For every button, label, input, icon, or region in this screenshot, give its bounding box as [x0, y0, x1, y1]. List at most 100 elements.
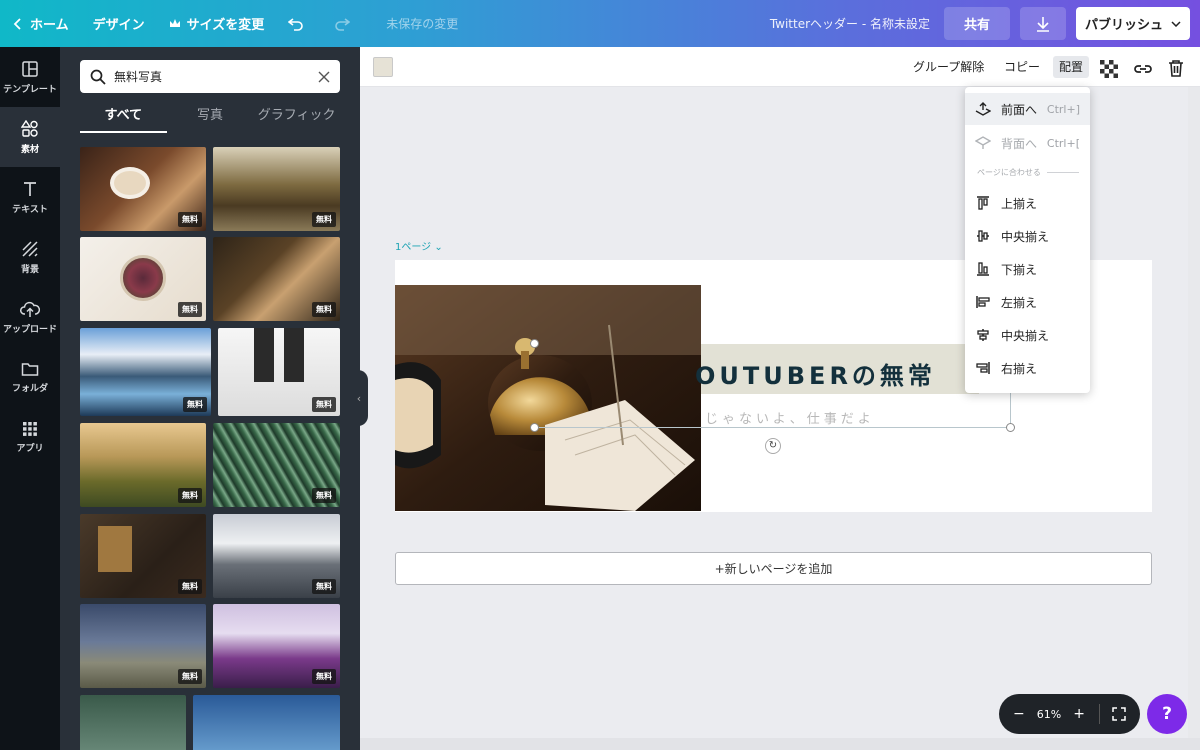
photo-fern[interactable]: 無料 — [213, 423, 340, 507]
resize-handle[interactable] — [530, 339, 539, 348]
photo-mountain-lake[interactable]: 無料 — [80, 328, 211, 416]
shortcut-label: Ctrl+[ — [1046, 136, 1080, 150]
crown-icon — [169, 19, 180, 27]
subheadline-text[interactable]: じゃないよ、仕事だよ — [705, 408, 875, 427]
nav-background[interactable]: 背景 — [0, 227, 60, 287]
bring-forward-icon — [975, 102, 991, 116]
background-icon — [22, 240, 38, 257]
horizontal-scrollbar[interactable] — [360, 738, 1200, 750]
nav-template[interactable]: テンプレート — [0, 47, 60, 107]
align-bottom-icon — [977, 262, 989, 276]
nav-background-label: 背景 — [20, 264, 39, 275]
resize-button[interactable]: サイズを変更 — [157, 0, 277, 47]
page-label[interactable]: 1ページ ⌄ — [395, 238, 443, 253]
shortcut-label: Ctrl+] — [1046, 102, 1080, 116]
menu-align-center[interactable]: 中央揃え — [965, 319, 1090, 351]
menu-align-bottom-label: 下揃え — [1001, 262, 1038, 277]
vertical-scrollbar[interactable] — [1188, 87, 1200, 738]
photo-open-road[interactable]: 無料 — [80, 604, 206, 688]
copy-button[interactable]: コピー — [1004, 56, 1040, 78]
nav-folder-label: フォルダ — [11, 383, 48, 394]
apps-grid-icon — [23, 421, 37, 436]
rotate-handle[interactable]: ↻ — [765, 438, 781, 454]
free-badge: 無料 — [312, 669, 336, 684]
download-icon — [1037, 16, 1049, 32]
undo-icon — [288, 17, 304, 31]
headline-text[interactable]: OUTUBERの無常 — [695, 356, 936, 391]
free-badge: 無料 — [183, 397, 207, 412]
link-icon[interactable] — [1133, 58, 1153, 80]
design-menu[interactable]: デザイン — [81, 0, 157, 47]
nav-template-label: テンプレート — [3, 84, 57, 95]
photo-ocean-wave[interactable] — [193, 695, 340, 750]
document-title[interactable]: Twitterヘッダー - 名称未設定 — [770, 15, 930, 32]
menu-align-right[interactable]: 右揃え — [965, 352, 1090, 384]
filter-tabs: すべて 写真 グラフィック — [80, 103, 340, 133]
photo-berry-bowl[interactable]: 無料 — [80, 237, 206, 321]
zoom-in-button[interactable]: + — [1073, 706, 1085, 722]
nav-upload[interactable]: アップロード — [0, 287, 60, 347]
upload-cloud-icon — [20, 301, 40, 317]
share-button[interactable]: 共有 — [944, 7, 1010, 40]
search-input[interactable]: 無料写真 — [80, 60, 340, 93]
photo-autumn-river[interactable]: 無料 — [213, 147, 340, 231]
trash-icon[interactable] — [1168, 57, 1184, 79]
menu-bring-forward[interactable]: 前面へ Ctrl+] — [965, 93, 1090, 125]
menu-send-backward[interactable]: 背面へ Ctrl+[ — [965, 127, 1090, 159]
photo-forest[interactable] — [80, 695, 186, 750]
menu-section-label: ページに合わせる — [977, 167, 1079, 178]
photo-desk-items[interactable]: 無料 — [80, 514, 206, 598]
menu-align-bottom[interactable]: 下揃え — [965, 253, 1090, 285]
redo-button[interactable] — [322, 0, 368, 47]
nav-elements[interactable]: 素材 — [0, 107, 60, 167]
arrange-button[interactable]: 配置 — [1053, 56, 1090, 78]
transparency-icon[interactable] — [1100, 58, 1118, 80]
zoom-control: − 61% + — [999, 694, 1140, 734]
menu-align-top[interactable]: 上揃え — [965, 187, 1090, 219]
fullscreen-icon[interactable] — [1112, 707, 1126, 721]
undo-button[interactable] — [276, 0, 322, 47]
clear-icon[interactable] — [318, 71, 330, 83]
photo-bread[interactable]: 無料 — [213, 237, 340, 321]
align-right-icon — [976, 362, 990, 374]
nav-apps[interactable]: アプリ — [0, 407, 60, 467]
free-badge: 無料 — [312, 488, 336, 503]
tab-photos[interactable]: 写真 — [167, 103, 254, 133]
zoom-out-button[interactable]: − — [1013, 706, 1025, 722]
panel-collapse-handle[interactable]: ‹ — [350, 370, 368, 426]
free-badge: 無料 — [178, 579, 202, 594]
nav-text[interactable]: テキスト — [0, 167, 60, 227]
home-button[interactable]: ホーム — [0, 0, 81, 47]
zoom-level[interactable]: 61% — [1025, 708, 1074, 721]
menu-align-left[interactable]: 左揃え — [965, 286, 1090, 318]
tab-graphics[interactable]: グラフィック — [253, 103, 340, 133]
design-label: デザイン — [92, 18, 145, 33]
menu-align-right-label: 右揃え — [1001, 361, 1038, 376]
resize-handle[interactable] — [1006, 423, 1015, 432]
nav-upload-label: アップロード — [2, 324, 57, 335]
color-swatch[interactable] — [373, 57, 393, 77]
tab-all[interactable]: すべて — [80, 103, 167, 133]
canvas-photo-desk-bell[interactable] — [395, 285, 701, 511]
menu-align-center-label: 中央揃え — [1001, 328, 1050, 343]
menu-section-text: ページに合わせる — [977, 168, 1041, 177]
photo-mountain-road[interactable]: 無料 — [213, 514, 340, 598]
resize-handle[interactable] — [530, 423, 539, 432]
download-button[interactable] — [1020, 7, 1066, 40]
text-icon — [24, 181, 36, 196]
zoom-divider — [1099, 704, 1100, 724]
add-page-button[interactable]: +新しいページを追加 — [395, 552, 1152, 585]
left-nav: テンプレート 素材 テキスト 背景 アップロード フォルダ アプリ — [0, 47, 60, 750]
photo-frozen-berries[interactable]: 無料 — [213, 604, 340, 688]
photo-balloons-valley[interactable]: 無料 — [80, 423, 206, 507]
home-label: ホーム — [30, 18, 69, 33]
photo-boots-snow[interactable]: 無料 — [218, 328, 340, 416]
menu-align-middle[interactable]: 中央揃え — [965, 220, 1090, 252]
photo-coffee-cup[interactable]: 無料 — [80, 147, 206, 231]
folder-icon — [21, 362, 39, 376]
publish-button[interactable]: パブリッシュ — [1076, 7, 1190, 40]
shapes-icon — [21, 119, 38, 137]
ungroup-button[interactable]: グループ解除 — [913, 56, 984, 78]
nav-folder[interactable]: フォルダ — [0, 347, 60, 407]
help-button[interactable]: ? — [1147, 694, 1187, 734]
